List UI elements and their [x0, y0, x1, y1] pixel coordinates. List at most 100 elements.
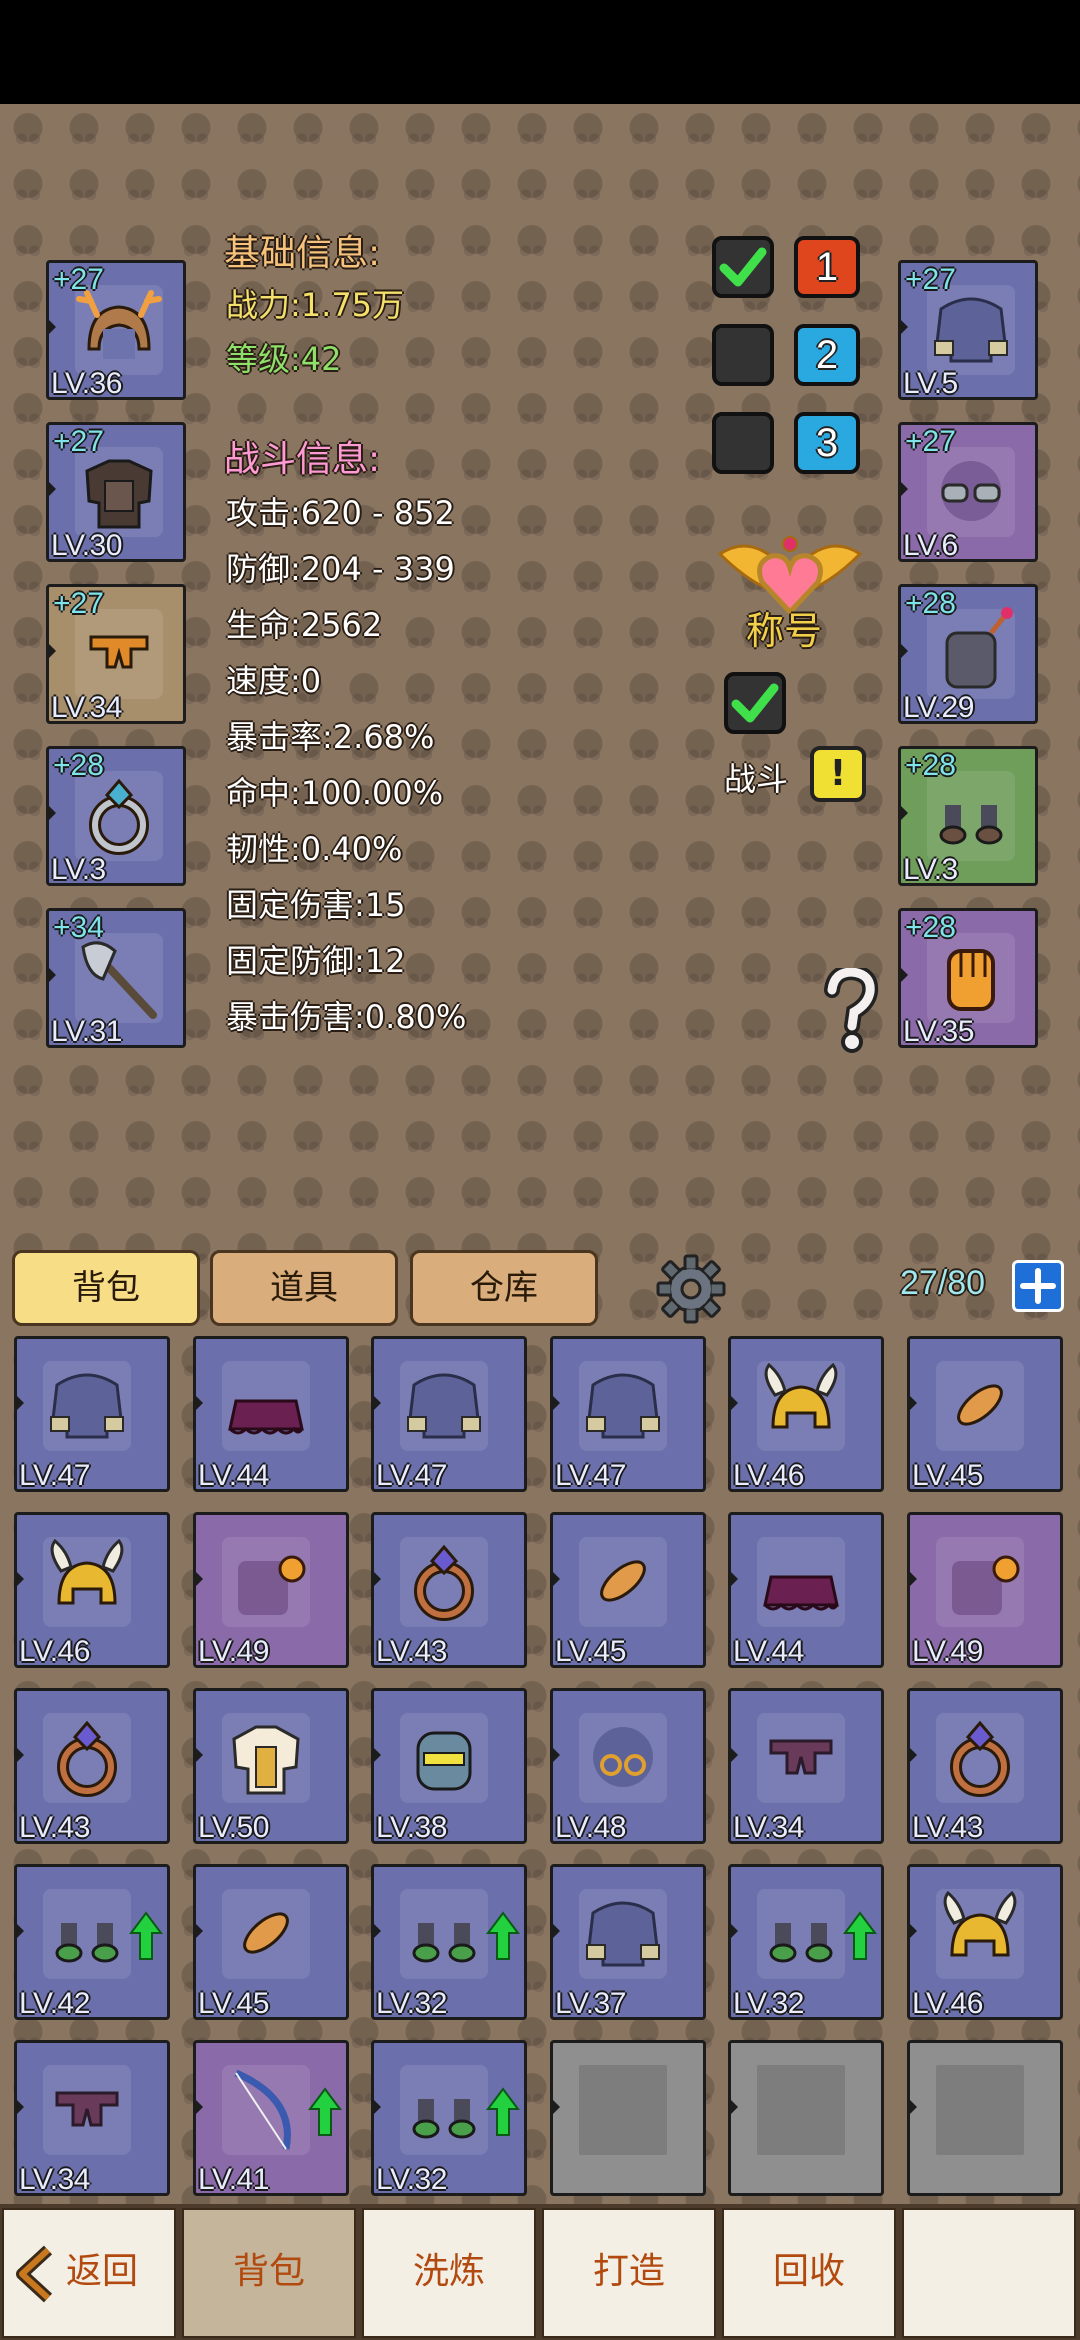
glasses-icon: [573, 1707, 673, 1807]
equip-slot-right-2[interactable]: +27 LV.6: [898, 422, 1038, 562]
equip-slot-right-5[interactable]: +28 LV.35: [898, 908, 1038, 1048]
upgrade-arrow-icon: [129, 1911, 163, 1960]
slot-notch: [193, 1745, 203, 1765]
slot-notch: [371, 1921, 381, 1941]
inventory-slot[interactable]: LV.48: [550, 1688, 706, 1844]
inventory-slot[interactable]: LV.34: [728, 1688, 884, 1844]
slot-notch: [898, 641, 908, 661]
basic-info-header: 基础信息:: [224, 233, 381, 274]
inventory-slot[interactable]: LV.34: [14, 2040, 170, 2196]
expand-capacity-button[interactable]: [1012, 1260, 1064, 1312]
battle-checkbox[interactable]: [724, 672, 786, 734]
tab-backpack[interactable]: 背包: [12, 1250, 200, 1326]
nav-forge[interactable]: 打造: [542, 2208, 716, 2338]
nav-empty[interactable]: [902, 2208, 1076, 2338]
inventory-slot[interactable]: LV.43: [371, 1512, 527, 1668]
inventory-slot[interactable]: LV.45: [193, 1864, 349, 2020]
inventory-slot[interactable]: LV.44: [193, 1336, 349, 1492]
battle-label: 战斗: [724, 760, 789, 798]
inventory-slot[interactable]: LV.46: [907, 1864, 1063, 2020]
inventory-slot[interactable]: LV.46: [14, 1512, 170, 1668]
equip-slot-right-4[interactable]: +28 LV.3: [898, 746, 1038, 886]
inventory-slot-empty[interactable]: [907, 2040, 1063, 2196]
enhance-level: +27: [53, 425, 104, 458]
slot-notch: [728, 1921, 738, 1941]
inventory-slot[interactable]: LV.42: [14, 1864, 170, 2020]
enhance-level: +28: [53, 749, 104, 782]
inventory-slot[interactable]: LV.45: [550, 1512, 706, 1668]
slot-notch: [371, 2097, 381, 2117]
shorts-icon: [751, 1707, 851, 1807]
slot-notch: [371, 1745, 381, 1765]
item-level: LV.31: [51, 1015, 122, 1048]
inventory-slot[interactable]: LV.47: [371, 1336, 527, 1492]
equip-slot-left-4[interactable]: +28 LV.3: [46, 746, 186, 886]
loadout-checkbox-3[interactable]: [712, 412, 774, 474]
slot-notch: [193, 1921, 203, 1941]
item-level: LV.44: [198, 1459, 269, 1492]
inventory-slot[interactable]: LV.50: [193, 1688, 349, 1844]
back-button[interactable]: 返回: [2, 2208, 176, 2338]
nav-backpack[interactable]: 背包: [182, 2208, 356, 2338]
loadout-button-1[interactable]: 1: [794, 236, 860, 298]
equip-slot-right-1[interactable]: +27 LV.5: [898, 260, 1038, 400]
shirt-icon: [394, 1355, 494, 1455]
loadout-button-3[interactable]: 3: [794, 412, 860, 474]
slot-notch: [46, 641, 56, 661]
slot-notch: [898, 965, 908, 985]
item-level: LV.49: [912, 1635, 983, 1668]
equip-slot-right-3[interactable]: +28 LV.29: [898, 584, 1038, 724]
checkmark-icon: [719, 247, 767, 287]
bow-icon: [216, 2059, 316, 2159]
inventory-slot[interactable]: LV.32: [371, 2040, 527, 2196]
inventory-slot[interactable]: LV.49: [907, 1512, 1063, 1668]
bread-icon: [216, 1883, 316, 1983]
inventory-slot[interactable]: LV.47: [14, 1336, 170, 1492]
equip-slot-left-1[interactable]: +27 LV.36: [46, 260, 186, 400]
item-level: LV.34: [51, 691, 122, 724]
inventory-slot[interactable]: LV.37: [550, 1864, 706, 2020]
slot-notch: [550, 1393, 560, 1413]
inventory-slot-empty[interactable]: [550, 2040, 706, 2196]
equip-slot-left-5[interactable]: +34 LV.31: [46, 908, 186, 1048]
tab-warehouse[interactable]: 仓库: [410, 1250, 598, 1326]
item-level: LV.47: [19, 1459, 90, 1492]
help-button[interactable]: [820, 963, 880, 1054]
loadout-checkbox-1[interactable]: [712, 236, 774, 298]
inventory-slot[interactable]: LV.44: [728, 1512, 884, 1668]
status-bar: [0, 0, 1080, 104]
capacity-count: 27/80: [900, 1264, 986, 1302]
inventory-slot[interactable]: LV.45: [907, 1336, 1063, 1492]
slot-notch: [550, 1921, 560, 1941]
item-level: LV.34: [733, 1811, 804, 1844]
battle-stat: 固定防御:12: [226, 942, 406, 980]
battle-alert-button[interactable]: !: [810, 746, 866, 802]
slot-notch: [550, 2097, 560, 2117]
loadout-checkbox-2[interactable]: [712, 324, 774, 386]
item-level: LV.43: [912, 1811, 983, 1844]
inventory-slot-empty[interactable]: [728, 2040, 884, 2196]
inventory-slot[interactable]: LV.47: [550, 1336, 706, 1492]
title-badge[interactable]: 称号: [710, 524, 870, 653]
inventory-slot[interactable]: LV.43: [907, 1688, 1063, 1844]
inventory-slot[interactable]: LV.43: [14, 1688, 170, 1844]
item-level: LV.43: [376, 1635, 447, 1668]
inventory-slot[interactable]: LV.32: [371, 1864, 527, 2020]
nav-refine[interactable]: 洗炼: [362, 2208, 536, 2338]
gear-icon: [656, 1254, 726, 1324]
nav-recycle[interactable]: 回收: [722, 2208, 896, 2338]
inventory-slot[interactable]: LV.41: [193, 2040, 349, 2196]
inventory-slot[interactable]: LV.46: [728, 1336, 884, 1492]
equip-slot-left-2[interactable]: +27 LV.30: [46, 422, 186, 562]
ring-icon: [37, 1707, 137, 1807]
inventory-slot[interactable]: LV.38: [371, 1688, 527, 1844]
inventory-slot[interactable]: LV.32: [728, 1864, 884, 2020]
equip-slot-left-3[interactable]: +27 LV.34: [46, 584, 186, 724]
slot-notch: [193, 1569, 203, 1589]
loadout-button-2[interactable]: 2: [794, 324, 860, 386]
tab-items[interactable]: 道具: [210, 1250, 398, 1326]
inventory-slot[interactable]: LV.49: [193, 1512, 349, 1668]
item-level: LV.44: [733, 1635, 804, 1668]
item-level: LV.3: [51, 853, 106, 886]
settings-button[interactable]: [656, 1254, 726, 1324]
